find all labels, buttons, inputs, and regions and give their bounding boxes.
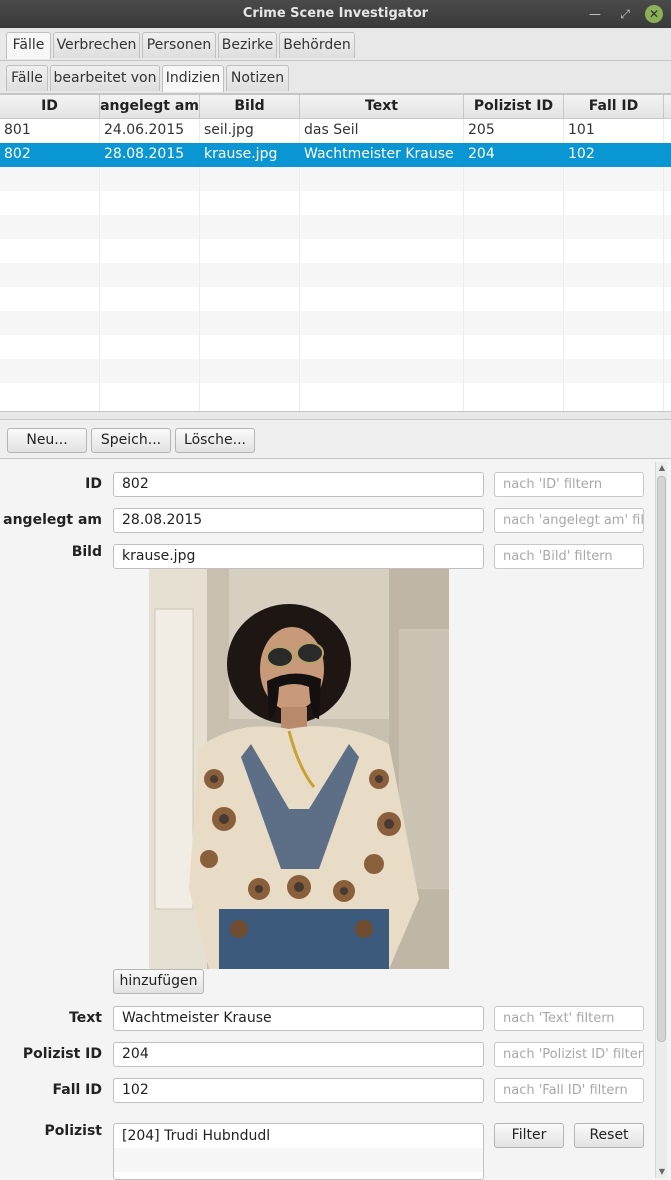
id-field[interactable]: 802 <box>113 472 484 497</box>
sub-tab-bar: Fälle bearbeitet von Indizien Notizen <box>0 61 671 94</box>
table-row-selected[interactable]: 802 28.08.2015 krause.jpg Wachtmeister K… <box>0 143 671 167</box>
delete-button[interactable]: Lösche... <box>175 428 255 453</box>
new-button[interactable]: Neu... <box>7 428 87 453</box>
form-scrollbar[interactable]: ▲ ▼ <box>655 462 667 1178</box>
table-cell: Wachtmeister Krause <box>300 143 464 167</box>
list-item[interactable]: [204] Trudi Hubndudl <box>114 1124 483 1148</box>
image-field[interactable]: krause.jpg <box>113 544 484 569</box>
tab-behoerden[interactable]: Behörden <box>279 32 355 58</box>
table-cell: das Seil <box>300 119 464 143</box>
case-id-filter-input[interactable]: nach 'Fall ID' filtern <box>494 1078 644 1103</box>
text-label: Text <box>69 1010 102 1026</box>
column-header-id[interactable]: ID <box>0 95 100 119</box>
subtab-bearbeitet-von[interactable]: bearbeitet von <box>50 65 160 91</box>
column-header-polizist-id[interactable]: Polizist ID <box>464 95 564 119</box>
created-filter-input[interactable]: nach 'angelegt am' filtern <box>494 508 644 533</box>
add-image-button[interactable]: hinzufügen <box>113 969 204 994</box>
subtab-faelle[interactable]: Fälle <box>6 65 48 91</box>
case-id-label: Fall ID <box>52 1082 103 1098</box>
scrollbar-thumb[interactable] <box>657 476 666 1042</box>
subtab-notizen[interactable]: Notizen <box>226 65 289 91</box>
table-cell: krause.jpg <box>200 143 300 167</box>
created-field[interactable]: 28.08.2015 <box>113 508 484 533</box>
list-item-empty <box>114 1148 483 1172</box>
officer-id-field[interactable]: 204 <box>113 1042 484 1067</box>
column-header-bild[interactable]: Bild <box>200 95 300 119</box>
save-button[interactable]: Speich... <box>91 428 171 453</box>
table-cell: 24.06.2015 <box>100 119 200 143</box>
main-tab-bar: Fälle Verbrechen Personen Bezirke Behörd… <box>0 28 671 61</box>
evidence-photo <box>149 569 449 969</box>
table-cell: 205 <box>464 119 564 143</box>
table-header: ID angelegt am Bild Text Polizist ID Fal… <box>0 95 671 119</box>
table-column-gridlines <box>99 167 664 411</box>
officer-id-filter-input[interactable]: nach 'Polizist ID' filtern <box>494 1042 644 1067</box>
text-field[interactable]: Wachtmeister Krause <box>113 1006 484 1031</box>
minimize-icon[interactable]: — <box>586 5 604 23</box>
subtab-indizien[interactable]: Indizien <box>162 65 224 92</box>
window-title: Crime Scene Investigator <box>242 6 429 21</box>
tab-verbrechen[interactable]: Verbrechen <box>53 32 140 58</box>
table-row[interactable]: 801 24.06.2015 seil.jpg das Seil 205 101 <box>0 119 671 143</box>
tab-faelle[interactable]: Fälle <box>6 32 51 59</box>
officer-list[interactable]: [204] Trudi Hubndudl <box>113 1123 484 1180</box>
scroll-up-icon[interactable]: ▲ <box>656 462 668 474</box>
scroll-down-icon[interactable]: ▼ <box>656 1166 668 1178</box>
maximize-icon[interactable]: ⤢ <box>616 5 634 23</box>
officer-id-label: Polizist ID <box>22 1046 102 1062</box>
close-icon[interactable]: ✕ <box>645 5 663 23</box>
id-filter-input[interactable]: nach 'ID' filtern <box>494 472 644 497</box>
action-toolbar: Neu... Speich... Lösche... <box>0 421 671 459</box>
table-cell: 101 <box>564 119 664 143</box>
case-id-field[interactable]: 102 <box>113 1078 484 1103</box>
text-filter-input[interactable]: nach 'Text' filtern <box>494 1006 644 1031</box>
table-divider[interactable] <box>0 412 671 420</box>
tab-personen[interactable]: Personen <box>142 32 216 58</box>
filter-button[interactable]: Filter <box>494 1123 564 1148</box>
table-cell: 802 <box>0 143 100 167</box>
image-filter-input[interactable]: nach 'Bild' filtern <box>494 544 644 569</box>
column-header-fall-id[interactable]: Fall ID <box>564 95 664 119</box>
table-cell: seil.jpg <box>200 119 300 143</box>
id-label: ID <box>85 476 102 492</box>
column-header-text[interactable]: Text <box>300 95 464 119</box>
tab-bezirke[interactable]: Bezirke <box>218 32 277 58</box>
table-cell: 102 <box>564 143 664 167</box>
window-titlebar: Crime Scene Investigator — ⤢ ✕ <box>0 0 671 28</box>
reset-button[interactable]: Reset <box>574 1123 644 1148</box>
created-label: angelegt am <box>3 512 102 528</box>
evidence-table[interactable]: ID angelegt am Bild Text Polizist ID Fal… <box>0 94 671 412</box>
officer-label: Polizist <box>44 1123 102 1139</box>
column-header-angelegt-am[interactable]: angelegt am <box>100 95 200 119</box>
image-label: Bild <box>71 544 102 560</box>
table-cell: 204 <box>464 143 564 167</box>
detail-form: ID 802 nach 'ID' filtern angelegt am 28.… <box>0 460 671 1180</box>
table-cell: 28.08.2015 <box>100 143 200 167</box>
table-cell: 801 <box>0 119 100 143</box>
